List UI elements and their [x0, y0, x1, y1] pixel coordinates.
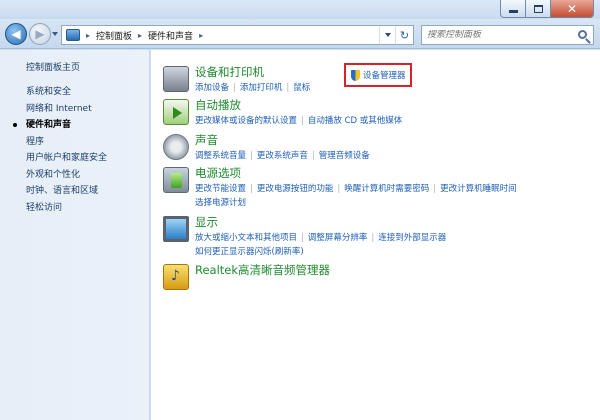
- sidebar-item-ease-of-access[interactable]: 轻松访问: [26, 200, 107, 217]
- link-separator: |: [301, 116, 304, 126]
- control-panel-icon: [66, 29, 80, 41]
- realtek-icon[interactable]: [163, 264, 189, 290]
- category-links: 更改媒体或设备的默认设置 | 自动播放 CD 或其他媒体: [195, 114, 402, 126]
- link-separator: |: [250, 184, 253, 194]
- sleep-time-link[interactable]: 更改计算机睡眠时间: [440, 182, 517, 194]
- sidebar-item-clock-language-region[interactable]: 时钟、语言和区域: [26, 183, 107, 200]
- recent-pages-dropdown[interactable]: [52, 32, 58, 36]
- adjust-volume-link[interactable]: 调整系统音量: [195, 149, 246, 161]
- breadcrumb-separator-icon[interactable]: ▸: [138, 31, 142, 40]
- fix-flicker-link[interactable]: 如何更正显示器闪烁(刷新率): [195, 245, 304, 257]
- link-separator: |: [250, 151, 253, 161]
- window-controls: ✕: [500, 0, 594, 18]
- wake-password-link[interactable]: 唤醒计算机时需要密码: [344, 182, 429, 194]
- category-title[interactable]: Realtek高清晰音频管理器: [195, 262, 330, 278]
- category-list: 系统和安全 网络和 Internet 硬件和声音 程序 用户帐户和家庭安全 外观…: [13, 84, 107, 217]
- autoplay-icon[interactable]: [163, 99, 189, 125]
- current-page-bullet-icon: [13, 123, 17, 127]
- change-system-sounds-link[interactable]: 更改系统声音: [257, 149, 308, 161]
- power-icon[interactable]: [163, 167, 189, 193]
- back-button[interactable]: ◀: [5, 23, 27, 45]
- search-icon[interactable]: [578, 30, 587, 39]
- category-links: 放大或缩小文本和其他项目 | 调整屏幕分辨率 | 连接到外部显示器: [195, 231, 446, 243]
- maximize-button[interactable]: [526, 0, 551, 18]
- back-arrow-icon: ◀: [11, 27, 21, 41]
- category-links: 调整系统音量 | 更改系统声音 | 管理音频设备: [195, 149, 370, 161]
- link-separator: |: [301, 233, 304, 243]
- power-button-function-link[interactable]: 更改电源按钮的功能: [257, 182, 334, 194]
- manage-audio-devices-link[interactable]: 管理音频设备: [319, 149, 370, 161]
- search-input[interactable]: [427, 30, 577, 40]
- sidebar-item-user-accounts[interactable]: 用户帐户和家庭安全: [26, 150, 107, 167]
- forward-arrow-icon: ▶: [35, 27, 45, 41]
- category-links: 更改节能设置 | 更改电源按钮的功能 | 唤醒计算机时需要密码 | 更改计算机睡眠时间: [195, 182, 517, 194]
- external-display-link[interactable]: 连接到外部显示器: [378, 231, 446, 243]
- link-separator: |: [337, 184, 341, 194]
- category-links-second-row: 如何更正显示器闪烁(刷新率): [195, 245, 304, 257]
- close-button[interactable]: ✕: [551, 0, 594, 18]
- autoplay-cd-link[interactable]: 自动播放 CD 或其他媒体: [308, 114, 402, 126]
- search-box[interactable]: [421, 25, 594, 45]
- link-separator: |: [233, 83, 236, 93]
- refresh-icon[interactable]: ↻: [395, 26, 413, 44]
- breadcrumb-separator-icon[interactable]: ▸: [199, 31, 203, 40]
- address-history-dropdown[interactable]: [379, 26, 395, 44]
- category-title[interactable]: 显示: [195, 214, 218, 230]
- link-separator: |: [371, 233, 375, 243]
- screen-resolution-link[interactable]: 调整屏幕分辨率: [308, 231, 368, 243]
- link-separator: |: [286, 83, 290, 93]
- mouse-link[interactable]: 鼠标: [293, 81, 310, 93]
- minimize-icon: [508, 10, 518, 13]
- category-title[interactable]: 设备和打印机: [195, 64, 264, 80]
- sidebar-item-network-internet[interactable]: 网络和 Internet: [26, 101, 107, 118]
- breadcrumb-control-panel[interactable]: 控制面板: [96, 29, 132, 42]
- left-navigation-pane: 控制面板主页 系统和安全 网络和 Internet 硬件和声音 程序 用户帐户和…: [0, 50, 150, 420]
- printer-icon[interactable]: [163, 66, 189, 92]
- change-power-saving-link[interactable]: 更改节能设置: [195, 182, 246, 194]
- close-icon: ✕: [566, 1, 578, 16]
- minimize-button[interactable]: [500, 0, 526, 18]
- control-panel-home-link[interactable]: 控制面板主页: [26, 60, 80, 73]
- breadcrumb-separator-icon[interactable]: ▸: [86, 31, 90, 40]
- device-manager-link[interactable]: 设备管理器: [344, 63, 412, 87]
- category-title[interactable]: 电源选项: [195, 165, 241, 181]
- sidebar-item-programs[interactable]: 程序: [26, 134, 107, 151]
- shield-icon: [351, 69, 360, 81]
- link-separator: |: [433, 184, 437, 194]
- choose-power-plan-link[interactable]: 选择电源计划: [195, 196, 246, 208]
- main-content: 设备和打印机 添加设备 | 添加打印机 | 鼠标 设备管理器 自动播放 更改媒体或设备的…: [151, 50, 600, 420]
- text-size-link[interactable]: 放大或缩小文本和其他项目: [195, 231, 297, 243]
- sidebar-item-hardware-sound[interactable]: 硬件和声音: [13, 117, 107, 134]
- category-links-second-row: 选择电源计划: [195, 196, 246, 208]
- change-default-settings-link[interactable]: 更改媒体或设备的默认设置: [195, 114, 297, 126]
- sidebar-item-label: 硬件和声音: [26, 120, 72, 130]
- link-separator: |: [311, 151, 315, 161]
- display-icon[interactable]: [163, 216, 189, 242]
- sidebar-item-system-security[interactable]: 系统和安全: [26, 84, 107, 101]
- category-links: 添加设备 | 添加打印机 | 鼠标: [195, 81, 310, 93]
- device-manager-label: 设备管理器: [363, 71, 406, 81]
- maximize-icon: [533, 4, 543, 13]
- add-device-link[interactable]: 添加设备: [195, 81, 229, 93]
- forward-button[interactable]: ▶: [29, 23, 51, 45]
- navigation-bar: ◀ ▶ ▸ 控制面板 ▸ 硬件和声音 ▸ ↻: [0, 19, 600, 49]
- sidebar-item-appearance[interactable]: 外观和个性化: [26, 167, 107, 184]
- address-bar[interactable]: ▸ 控制面板 ▸ 硬件和声音 ▸ ↻: [61, 25, 414, 45]
- category-title[interactable]: 声音: [195, 132, 218, 148]
- add-printer-link[interactable]: 添加打印机: [240, 81, 283, 93]
- breadcrumb-hardware-sound[interactable]: 硬件和声音: [148, 29, 193, 42]
- title-bar: ✕: [0, 0, 600, 19]
- speaker-icon[interactable]: [163, 134, 189, 160]
- category-title[interactable]: 自动播放: [195, 97, 241, 113]
